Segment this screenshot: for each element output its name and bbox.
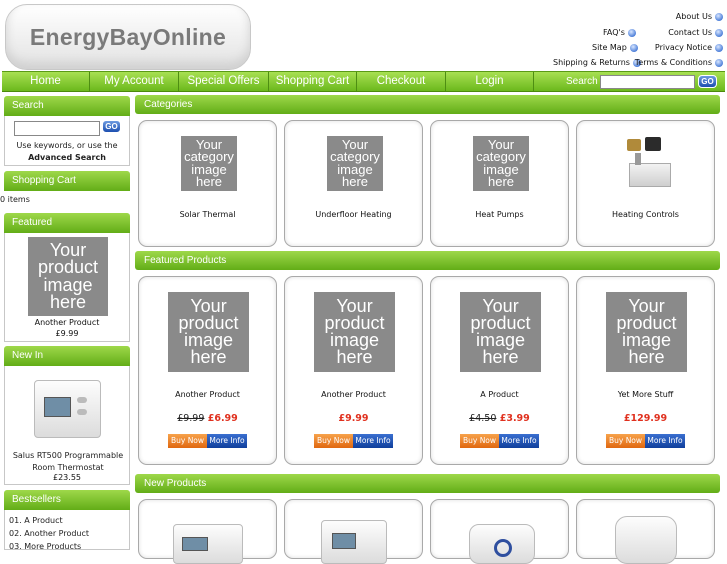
bullet-icon xyxy=(715,12,723,21)
product-image[interactable]: Your product image here xyxy=(314,292,395,372)
new-product-card[interactable] xyxy=(284,499,423,564)
nav-search-label: Search xyxy=(566,76,598,87)
buy-now-button[interactable]: Buy Now xyxy=(606,434,645,448)
category-name: Underfloor Heating xyxy=(315,210,392,219)
categories-title: Categories xyxy=(135,95,720,114)
thermostat-display xyxy=(44,397,71,417)
bullet-icon xyxy=(629,43,638,52)
more-info-button[interactable]: More Info xyxy=(353,434,393,448)
category-name: Solar Thermal xyxy=(179,210,236,219)
bullet-icon xyxy=(715,43,723,52)
newin-product-price: £23.55 xyxy=(53,473,81,482)
nav-home[interactable]: Home xyxy=(2,72,90,91)
nav-special-offers[interactable]: Special Offers xyxy=(179,72,269,91)
product-image[interactable]: Your product image here xyxy=(168,292,249,372)
sidebar-cart-title: Shopping Cart xyxy=(4,171,130,191)
buy-now-button[interactable]: Buy Now xyxy=(168,434,207,448)
sidebar-featured-box: Your product image here Another Product … xyxy=(4,233,130,342)
product-name[interactable]: Another Product xyxy=(285,390,422,399)
product-control-image xyxy=(469,524,535,564)
featured-products-title: Featured Products xyxy=(135,251,720,270)
nav-go-button[interactable]: GO xyxy=(698,75,717,88)
category-card[interactable]: Your category image here Heat Pumps xyxy=(430,120,569,247)
product-card: Your product image here A Product £4.50 … xyxy=(430,276,569,465)
product-name[interactable]: A Product xyxy=(431,390,568,399)
category-name: Heat Pumps xyxy=(475,210,524,219)
contact-link[interactable]: Contact Us xyxy=(668,28,723,37)
product-image[interactable]: Your product image here xyxy=(460,292,541,372)
sitemap-link[interactable]: Site Map xyxy=(592,43,638,52)
product-price: £4.50 £3.99 xyxy=(469,413,530,424)
sidebar-newin-box: Salus RT500 Programmable Room Thermostat… xyxy=(4,366,130,485)
product-name[interactable]: Yet More Stuff xyxy=(577,390,714,399)
bullet-icon xyxy=(715,28,723,37)
sidebar-search-box: GO Use keywords, or use the Advanced Sea… xyxy=(4,116,130,166)
sidebar-bestsellers-box: 01. A Product 02. Another Product 03. Mo… xyxy=(4,510,130,551)
sidebar-featured-title: Featured xyxy=(4,213,130,233)
nav-my-account[interactable]: My Account xyxy=(90,72,179,91)
heating-controls-image xyxy=(623,135,675,190)
category-image: Your category image here xyxy=(181,136,237,191)
faqs-link[interactable]: FAQ's xyxy=(603,28,636,37)
featured-product-name[interactable]: Another Product xyxy=(5,318,129,327)
product-name[interactable]: Another Product xyxy=(139,390,276,399)
sidebar-search-input[interactable] xyxy=(14,121,100,136)
newin-product-name[interactable]: Salus RT500 Programmable Room Thermostat xyxy=(11,450,125,474)
terms-link[interactable]: Terms & Conditions xyxy=(635,58,723,67)
product-thermostat-image xyxy=(173,524,243,564)
nav-checkout[interactable]: Checkout xyxy=(357,72,446,91)
logo-text: EnergyBayOnline xyxy=(29,23,227,50)
new-products-title: New Products xyxy=(135,474,720,493)
featured-product-price: £9.99 xyxy=(55,329,79,338)
buy-now-button[interactable]: Buy Now xyxy=(314,434,353,448)
bestseller-item[interactable]: 03. More Products xyxy=(9,542,81,551)
bullet-icon xyxy=(715,58,723,67)
new-product-card[interactable] xyxy=(138,499,277,564)
thermostat-image[interactable] xyxy=(34,380,101,438)
sidebar-newin-title: New In xyxy=(4,346,130,366)
product-card: Your product image here Another Product … xyxy=(284,276,423,465)
sidebar-bestsellers-title: Bestsellers xyxy=(4,490,130,510)
more-info-button[interactable]: More Info xyxy=(645,434,685,448)
category-card[interactable]: Your category image here Solar Thermal xyxy=(138,120,277,247)
product-image[interactable]: Your product image here xyxy=(606,292,687,372)
site-logo[interactable]: EnergyBayOnline xyxy=(5,4,251,70)
cart-item-count: 0 items xyxy=(0,195,30,204)
advanced-search-link[interactable]: Advanced Search xyxy=(5,153,129,162)
more-info-button[interactable]: More Info xyxy=(207,434,247,448)
category-card[interactable]: Heating Controls xyxy=(576,120,715,247)
bestseller-item[interactable]: 02. Another Product xyxy=(9,529,89,538)
sidebar-search-title: Search xyxy=(4,96,130,116)
bestseller-item[interactable]: 01. A Product xyxy=(9,516,63,525)
product-card: Your product image here Yet More Stuff £… xyxy=(576,276,715,465)
category-image: Your category image here xyxy=(327,136,383,191)
category-image: Your category image here xyxy=(473,136,529,191)
product-price: £129.99 xyxy=(623,413,668,424)
product-price: £9.99 £6.99 xyxy=(177,413,238,424)
more-info-button[interactable]: More Info xyxy=(499,434,539,448)
about-link[interactable]: About Us xyxy=(676,12,723,21)
privacy-link[interactable]: Privacy Notice xyxy=(655,43,723,52)
product-card: Your product image here Another Product … xyxy=(138,276,277,465)
nav-search-input[interactable] xyxy=(600,75,695,89)
search-hint: Use keywords, or use the xyxy=(16,141,118,150)
product-control-image xyxy=(615,516,677,564)
buy-now-button[interactable]: Buy Now xyxy=(460,434,499,448)
product-thermostat-image xyxy=(321,520,387,564)
bullet-icon xyxy=(627,28,636,37)
main-nav: Home My Account Special Offers Shopping … xyxy=(2,71,725,92)
new-product-card[interactable] xyxy=(576,499,715,564)
featured-product-image[interactable]: Your product image here xyxy=(28,237,108,316)
category-card[interactable]: Your category image here Underfloor Heat… xyxy=(284,120,423,247)
shipping-link[interactable]: Shipping & Returns xyxy=(553,58,641,67)
new-product-card[interactable] xyxy=(430,499,569,564)
nav-login[interactable]: Login xyxy=(446,72,534,91)
sidebar-cart-box: 0 items xyxy=(0,191,130,208)
product-price: £9.99 xyxy=(338,413,369,424)
nav-shopping-cart[interactable]: Shopping Cart xyxy=(269,72,357,91)
sidebar-go-button[interactable]: GO xyxy=(102,120,121,133)
category-name: Heating Controls xyxy=(612,210,679,219)
